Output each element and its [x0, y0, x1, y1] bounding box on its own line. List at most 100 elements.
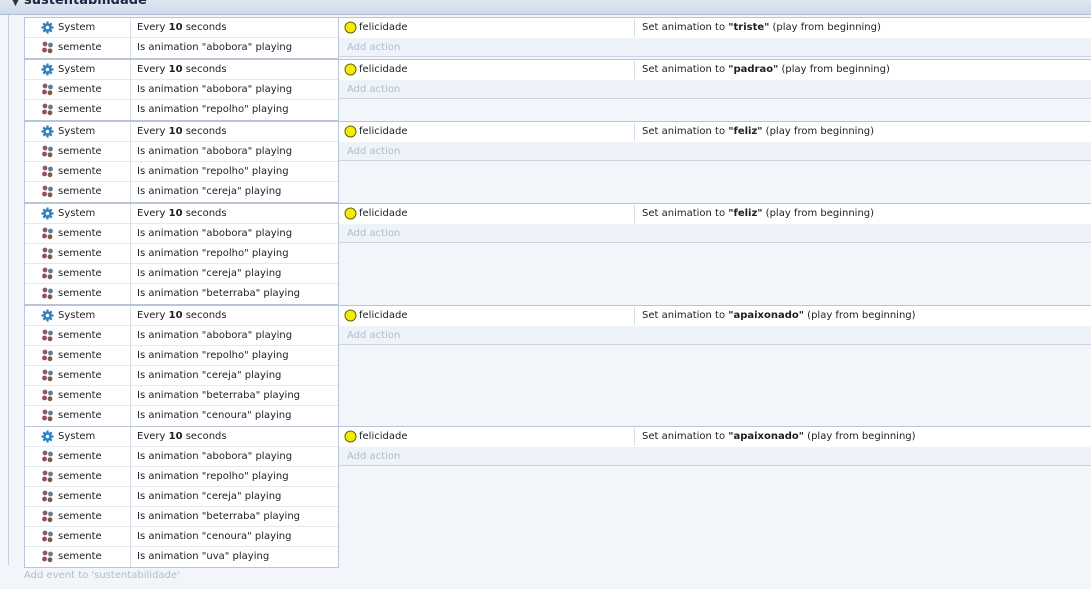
event-group-header[interactable]: ▼ sustentabilidade — [0, 0, 1091, 15]
condition-text[interactable]: Is animation "abobora" playing — [137, 451, 292, 462]
condition-text[interactable]: Is animation "repolho" playing — [137, 166, 289, 177]
condition-object-cell[interactable]: semente — [25, 467, 131, 486]
condition-row[interactable]: semente Is animation "repolho" playing — [25, 162, 338, 182]
condition-object-cell[interactable]: System — [25, 18, 131, 37]
action-text[interactable]: Set animation to "feliz" (play from begi… — [642, 126, 874, 137]
condition-object-cell[interactable]: semente — [25, 527, 131, 546]
add-action-link[interactable]: Add action — [347, 42, 400, 53]
action-row[interactable]: felicidade Set animation to "triste" (pla… — [339, 18, 1091, 38]
add-action-link[interactable]: Add action — [347, 451, 400, 462]
condition-text[interactable]: Is animation "abobora" playing — [137, 42, 292, 53]
condition-object-cell[interactable]: semente — [25, 284, 131, 304]
action-text[interactable]: Set animation to "feliz" (play from begi… — [642, 208, 874, 219]
condition-text[interactable]: Is animation "beterraba" playing — [137, 511, 300, 522]
action-row[interactable]: felicidade Set animation to "apaixonado" … — [339, 306, 1091, 326]
add-action-link[interactable]: Add action — [347, 228, 400, 239]
condition-object-cell[interactable]: semente — [25, 100, 131, 120]
condition-text[interactable]: Is animation "cereja" playing — [137, 186, 281, 197]
condition-object-cell[interactable]: semente — [25, 507, 131, 526]
condition-row[interactable]: semente Is animation "abobora" playing — [25, 38, 338, 58]
action-text[interactable]: Set animation to "padrao" (play from beg… — [642, 64, 890, 75]
condition-object-cell[interactable]: semente — [25, 487, 131, 506]
condition-object-cell[interactable]: System — [25, 122, 131, 141]
condition-row[interactable]: semente Is animation "repolho" playing — [25, 100, 338, 120]
condition-object-cell[interactable]: semente — [25, 264, 131, 283]
condition-row[interactable]: semente Is animation "uva" playing — [25, 547, 338, 567]
condition-row[interactable]: System Every 10 seconds — [25, 122, 338, 142]
condition-row[interactable]: System Every 10 seconds — [25, 60, 338, 80]
condition-row[interactable]: semente Is animation "abobora" playing — [25, 142, 338, 162]
condition-row[interactable]: System Every 10 seconds — [25, 306, 338, 326]
condition-row[interactable]: semente Is animation "repolho" playing — [25, 244, 338, 264]
condition-text[interactable]: Is animation "repolho" playing — [137, 471, 289, 482]
condition-row[interactable]: semente Is animation "abobora" playing — [25, 80, 338, 100]
condition-row[interactable]: System Every 10 seconds — [25, 18, 338, 38]
add-action-link[interactable]: Add action — [347, 330, 400, 341]
condition-text[interactable]: Is animation "repolho" playing — [137, 104, 289, 115]
condition-row[interactable]: semente Is animation "beterraba" playing — [25, 507, 338, 527]
add-action-link[interactable]: Add action — [347, 146, 400, 157]
condition-text[interactable]: Is animation "repolho" playing — [137, 248, 289, 259]
condition-text[interactable]: Every 10 seconds — [137, 22, 227, 33]
condition-text[interactable]: Is animation "abobora" playing — [137, 84, 292, 95]
condition-row[interactable]: semente Is animation "repolho" playing — [25, 467, 338, 487]
collapse-arrow-icon[interactable]: ▼ — [12, 0, 19, 8]
condition-text[interactable]: Every 10 seconds — [137, 431, 227, 442]
condition-object-cell[interactable]: semente — [25, 182, 131, 202]
action-text[interactable]: Set animation to "triste" (play from beg… — [642, 22, 881, 33]
condition-row[interactable]: semente Is animation "abobora" playing — [25, 326, 338, 346]
condition-text[interactable]: Is animation "cereja" playing — [137, 370, 281, 381]
condition-text[interactable]: Is animation "beterraba" playing — [137, 390, 300, 401]
condition-object-cell[interactable]: semente — [25, 366, 131, 385]
condition-text[interactable]: Is animation "cenoura" playing — [137, 531, 291, 542]
add-action-link[interactable]: Add action — [347, 84, 400, 95]
condition-text[interactable]: Is animation "cereja" playing — [137, 491, 281, 502]
condition-text[interactable]: Is animation "uva" playing — [137, 551, 269, 562]
condition-object-cell[interactable]: semente — [25, 326, 131, 345]
condition-row[interactable]: semente Is animation "cereja" playing — [25, 182, 338, 202]
action-row[interactable]: felicidade Set animation to "feliz" (play… — [339, 204, 1091, 224]
condition-row[interactable]: semente Is animation "cereja" playing — [25, 264, 338, 284]
action-text[interactable]: Set animation to "apaixonado" (play from… — [642, 310, 916, 321]
condition-object-cell[interactable]: System — [25, 60, 131, 79]
condition-text[interactable]: Every 10 seconds — [137, 310, 227, 321]
condition-object-cell[interactable]: semente — [25, 224, 131, 243]
condition-row[interactable]: semente Is animation "repolho" playing — [25, 346, 338, 366]
action-text[interactable]: Set animation to "apaixonado" (play from… — [642, 431, 916, 442]
condition-text[interactable]: Is animation "abobora" playing — [137, 330, 292, 341]
condition-object-cell[interactable]: semente — [25, 547, 131, 567]
condition-row[interactable]: System Every 10 seconds — [25, 427, 338, 447]
action-row[interactable]: felicidade Set animation to "padrao" (pla… — [339, 60, 1091, 80]
condition-text[interactable]: Is animation "beterraba" playing — [137, 288, 300, 299]
condition-object-cell[interactable]: System — [25, 306, 131, 325]
condition-object-cell[interactable]: semente — [25, 447, 131, 466]
condition-object-cell[interactable]: semente — [25, 386, 131, 405]
condition-text[interactable]: Is animation "abobora" playing — [137, 228, 292, 239]
condition-object-cell[interactable]: semente — [25, 244, 131, 263]
condition-object-cell[interactable]: semente — [25, 162, 131, 181]
condition-object-cell[interactable]: semente — [25, 38, 131, 58]
action-row[interactable]: felicidade Set animation to "apaixonado" … — [339, 427, 1091, 447]
condition-text[interactable]: Is animation "cereja" playing — [137, 268, 281, 279]
condition-row[interactable]: semente Is animation "abobora" playing — [25, 447, 338, 467]
condition-row[interactable]: semente Is animation "cenoura" playing — [25, 406, 338, 426]
condition-object-cell[interactable]: semente — [25, 80, 131, 99]
condition-row[interactable]: semente Is animation "cereja" playing — [25, 366, 338, 386]
condition-object-cell[interactable]: System — [25, 427, 131, 446]
condition-object-cell[interactable]: semente — [25, 406, 131, 426]
condition-row[interactable]: semente Is animation "beterraba" playing — [25, 284, 338, 304]
condition-text[interactable]: Is animation "repolho" playing — [137, 350, 289, 361]
condition-text[interactable]: Every 10 seconds — [137, 126, 227, 137]
condition-row[interactable]: semente Is animation "beterraba" playing — [25, 386, 338, 406]
condition-row[interactable]: System Every 10 seconds — [25, 204, 338, 224]
condition-text[interactable]: Is animation "abobora" playing — [137, 146, 292, 157]
condition-object-cell[interactable]: semente — [25, 142, 131, 161]
condition-object-cell[interactable]: System — [25, 204, 131, 223]
condition-text[interactable]: Is animation "cenoura" playing — [137, 410, 291, 421]
condition-row[interactable]: semente Is animation "cereja" playing — [25, 487, 338, 507]
condition-row[interactable]: semente Is animation "cenoura" playing — [25, 527, 338, 547]
condition-text[interactable]: Every 10 seconds — [137, 208, 227, 219]
add-event-link[interactable]: Add event to 'sustentabilidade' — [24, 570, 180, 581]
condition-row[interactable]: semente Is animation "abobora" playing — [25, 224, 338, 244]
action-row[interactable]: felicidade Set animation to "feliz" (play… — [339, 122, 1091, 142]
